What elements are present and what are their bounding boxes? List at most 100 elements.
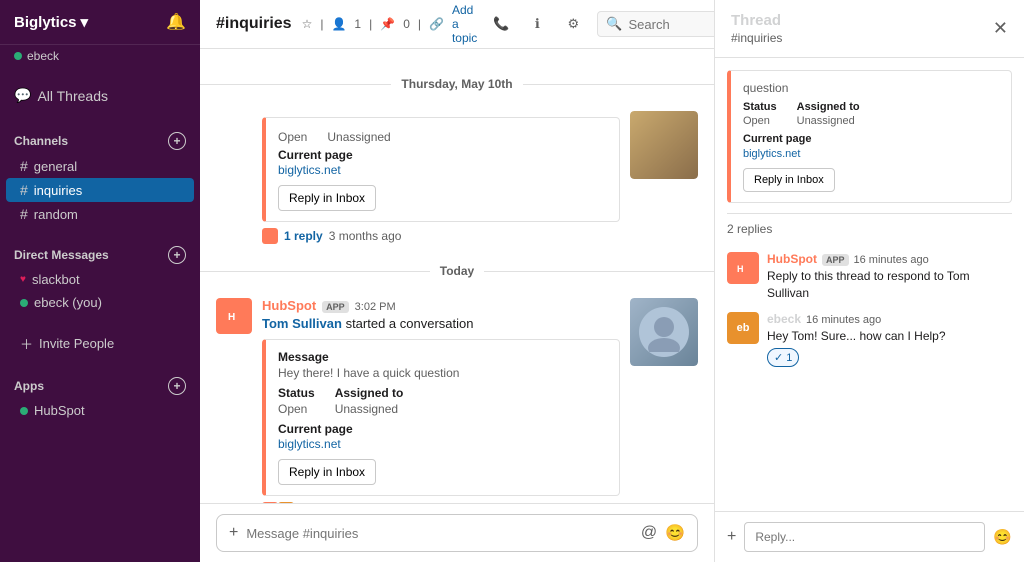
thread-reply-input[interactable] <box>744 522 985 552</box>
channels-header: Channels + <box>0 128 200 154</box>
new-message-group: H HubSpot APP 3:02 PM Tom Sullivan start… <box>200 290 714 503</box>
channel-name: #inquiries <box>216 15 292 33</box>
old-page-link[interactable]: biglytics.net <box>278 163 341 177</box>
all-threads-section: 💬 All Threads <box>0 71 200 120</box>
reply-inbox-button[interactable]: Reply in Inbox <box>278 459 376 485</box>
subheader-divider2: | <box>369 17 372 31</box>
reaction-badge[interactable]: ✓ 1 <box>767 348 799 367</box>
channel-header: #inquiries ☆ | 👤 1 | 📌 0 | 🔗 Add a topic… <box>200 0 714 49</box>
today-label: Today <box>430 264 484 278</box>
sidebar-item-general[interactable]: # general <box>6 154 194 178</box>
channel-random-label: random <box>34 207 78 222</box>
all-threads-item[interactable]: 💬 All Threads <box>0 79 200 112</box>
pin-icon: 📌 <box>380 17 395 31</box>
person-photo <box>630 298 698 366</box>
new-message-card: Message Hey there! I have a quick questi… <box>262 339 620 496</box>
message-text-value: Hey there! I have a quick question <box>278 366 607 380</box>
hubspot-label: HubSpot <box>34 403 85 418</box>
channels-label: Channels <box>14 134 68 148</box>
gear-icon[interactable]: ⚙ <box>559 10 587 38</box>
old-thread-replies[interactable]: 1 reply 3 months ago <box>262 228 620 244</box>
apps-header: Apps + <box>0 373 200 399</box>
old-reply-time: 3 months ago <box>329 229 402 243</box>
info-icon[interactable]: ℹ <box>523 10 551 38</box>
hubspot-status-dot <box>20 407 28 415</box>
thread-messages: question Status Open Assigned to Unassig… <box>715 58 1024 511</box>
old-date-label: Thursday, May 10th <box>391 77 522 91</box>
status-value: Open <box>278 402 315 416</box>
thread-reply-inbox-button[interactable]: Reply in Inbox <box>743 168 835 192</box>
add-dm-button[interactable]: + <box>168 246 186 264</box>
thread-add-icon[interactable]: + <box>727 528 736 546</box>
add-message-icon[interactable]: + <box>229 524 238 542</box>
add-topic[interactable]: Add a topic <box>452 3 477 45</box>
thread-assigned-label: Assigned to <box>797 101 860 113</box>
thread-page-row: Current page biglytics.net <box>743 133 999 160</box>
dm-slackbot-label: slackbot <box>32 272 80 287</box>
message-time: 3:02 PM <box>355 301 396 313</box>
sidebar-item-inquiries[interactable]: # inquiries <box>6 178 194 202</box>
dm-section: Direct Messages + ♥ slackbot ebeck (you) <box>0 234 200 322</box>
star-icon[interactable]: ☆ <box>302 17 313 31</box>
new-message-header: HubSpot APP 3:02 PM <box>262 298 620 313</box>
apps-label: Apps <box>14 379 44 393</box>
sidebar-header: Biglytics ▾ 🔔 <box>0 0 200 45</box>
bell-icon[interactable]: 🔔 <box>166 12 186 32</box>
thread-reply-2-content: ebeck 16 minutes ago Hey Tom! Sure... ho… <box>767 312 1012 368</box>
thread-reply-1-time: 16 minutes ago <box>854 254 929 266</box>
thread-ebeck-avatar: eb <box>727 312 759 344</box>
close-thread-button[interactable]: ✕ <box>993 18 1008 39</box>
thread-app-badge: APP <box>822 254 849 266</box>
sidebar-item-slackbot[interactable]: ♥ slackbot <box>6 268 194 291</box>
sidebar-item-random[interactable]: # random <box>6 202 194 226</box>
old-current-page-row: Current page biglytics.net <box>278 148 607 177</box>
hubspot-mini-icon <box>262 228 278 244</box>
old-message-card: Open Unassigned Current page biglytics.n… <box>262 117 620 222</box>
hubspot-sender: HubSpot <box>262 298 316 313</box>
add-channel-button[interactable]: + <box>168 132 186 150</box>
threads-icon: 💬 <box>14 87 31 104</box>
reaction-count: 1 <box>786 352 792 364</box>
thread-title-group: Thread #inquiries <box>731 12 782 45</box>
page-link[interactable]: biglytics.net <box>278 437 341 451</box>
add-app-button[interactable]: + <box>168 377 186 395</box>
workspace-title[interactable]: Biglytics ▾ <box>14 13 88 31</box>
messages-area: Thursday, May 10th Open Unassigned C <box>200 49 714 503</box>
invite-section: ＋ Invite People <box>0 322 200 365</box>
hash-icon: # <box>20 158 28 174</box>
message-input[interactable] <box>246 526 632 541</box>
app-badge: APP <box>322 301 349 313</box>
tom-sullivan-link[interactable]: Tom Sullivan <box>262 316 342 331</box>
invite-people-item[interactable]: ＋ Invite People <box>6 330 194 357</box>
channel-subheader: ☆ | 👤 1 | 📌 0 | 🔗 Add a topic <box>302 3 478 45</box>
thread-reply-1-text: Reply to this thread to respond to Tom S… <box>767 268 1012 302</box>
sidebar-item-hubspot[interactable]: HubSpot <box>6 399 194 422</box>
at-message-icon[interactable]: @ <box>641 524 657 542</box>
message-input-box[interactable]: + @ 😊 <box>216 514 698 552</box>
dm-header: Direct Messages + <box>0 242 200 268</box>
status-col: Status Open <box>278 386 315 416</box>
thread-panel: Thread #inquiries ✕ question Status Open… <box>714 0 1024 562</box>
thread-reply-2-sender: ebeck <box>767 312 801 326</box>
username-label: ebeck <box>27 49 59 63</box>
phone-icon[interactable]: 📞 <box>487 10 515 38</box>
thread-page-link[interactable]: biglytics.net <box>743 148 800 160</box>
main-content: #inquiries ☆ | 👤 1 | 📌 0 | 🔗 Add a topic… <box>200 0 714 562</box>
thread-title: Thread <box>731 12 782 29</box>
emoji-message-icon[interactable]: 😊 <box>665 523 685 543</box>
status-assigned-row: Status Open Assigned to Unassigned <box>278 386 607 416</box>
old-reply-count: 1 reply <box>284 229 323 243</box>
search-box[interactable]: 🔍 <box>597 11 714 37</box>
thread-emoji-icon[interactable]: 😊 <box>993 528 1012 546</box>
old-message-photo <box>630 111 698 179</box>
search-input[interactable] <box>628 17 714 32</box>
old-reply-inbox-button[interactable]: Reply in Inbox <box>278 185 376 211</box>
sidebar-item-ebeck[interactable]: ebeck (you) <box>6 291 194 314</box>
thread-input-area: + 😊 <box>715 511 1024 562</box>
message-row: Message Hey there! I have a quick questi… <box>278 350 607 380</box>
link-icon: 🔗 <box>429 17 444 31</box>
sidebar: Biglytics ▾ 🔔 ebeck 💬 All Threads Channe… <box>0 0 200 562</box>
header-icons: 📞 ℹ ⚙ <box>487 10 587 38</box>
invite-label: Invite People <box>39 336 114 351</box>
old-message-spacer <box>216 111 252 244</box>
